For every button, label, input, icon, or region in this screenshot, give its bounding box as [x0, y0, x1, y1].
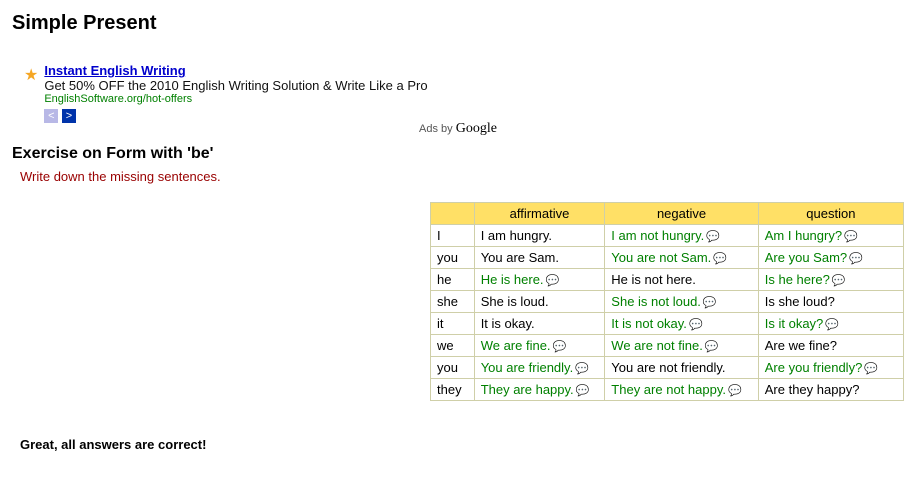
question-cell: Are you friendly?💬 — [758, 356, 903, 378]
comment-icon[interactable]: 💬 — [706, 230, 720, 243]
affirmative-cell: I am hungry. — [474, 224, 605, 246]
comment-icon[interactable]: 💬 — [825, 318, 839, 331]
pronoun-cell: they — [431, 379, 475, 401]
negative-cell: You are not friendly. — [605, 356, 758, 378]
table-row: weWe are fine.💬We are not fine.💬Are we f… — [431, 334, 904, 356]
comment-icon[interactable]: 💬 — [844, 230, 858, 243]
ad-block: ★ Instant English Writing Get 50% OFF th… — [44, 63, 904, 123]
ad-nav: < > — [44, 107, 427, 123]
negative-cell: It is not okay.💬 — [605, 312, 758, 334]
ad-prev-button[interactable]: < — [44, 109, 58, 123]
star-icon: ★ — [24, 65, 38, 85]
ad-title-link[interactable]: Instant English Writing — [44, 63, 185, 78]
pronoun-cell: he — [431, 268, 475, 290]
negative-cell: You are not Sam.💬 — [605, 246, 758, 268]
ad-url[interactable]: EnglishSoftware.org/hot-offers — [44, 93, 427, 105]
negative-cell: We are not fine.💬 — [605, 334, 758, 356]
affirmative-cell: He is here.💬 — [474, 268, 605, 290]
comment-icon[interactable]: 💬 — [713, 252, 727, 265]
comment-icon[interactable]: 💬 — [576, 384, 590, 397]
question-cell: Are we fine? — [758, 334, 903, 356]
comment-icon[interactable]: 💬 — [689, 318, 703, 331]
table-header-affirmative: affirmative — [474, 202, 605, 224]
ad-description: Get 50% OFF the 2010 English Writing Sol… — [44, 78, 427, 93]
ad-next-button[interactable]: > — [62, 109, 76, 123]
table-row: itIt is okay.It is not okay.💬Is it okay?… — [431, 312, 904, 334]
negative-cell: She is not loud.💬 — [605, 290, 758, 312]
pronoun-cell: you — [431, 246, 475, 268]
exercise-heading: Exercise on Form with 'be' — [12, 145, 904, 163]
question-cell: Are you Sam?💬 — [758, 246, 903, 268]
pronoun-cell: we — [431, 334, 475, 356]
comment-icon[interactable]: 💬 — [864, 362, 878, 375]
question-cell: Am I hungry?💬 — [758, 224, 903, 246]
exercise-table: affirmative negative question II am hung… — [430, 202, 904, 402]
table-header-negative: negative — [605, 202, 758, 224]
question-cell: Is he here?💬 — [758, 268, 903, 290]
comment-icon[interactable]: 💬 — [546, 274, 560, 287]
comment-icon[interactable]: 💬 — [849, 252, 863, 265]
question-cell: Is it okay?💬 — [758, 312, 903, 334]
affirmative-cell: They are happy.💬 — [474, 379, 605, 401]
comment-icon[interactable]: 💬 — [575, 362, 589, 375]
affirmative-cell: She is loud. — [474, 290, 605, 312]
negative-cell: They are not happy.💬 — [605, 379, 758, 401]
table-row: youYou are Sam.You are not Sam.💬Are you … — [431, 246, 904, 268]
pronoun-cell: I — [431, 224, 475, 246]
result-message: Great, all answers are correct! — [20, 437, 904, 452]
question-cell: Is she loud? — [758, 290, 903, 312]
comment-icon[interactable]: 💬 — [705, 340, 719, 353]
page-title: Simple Present — [12, 12, 904, 35]
affirmative-cell: You are Sam. — [474, 246, 605, 268]
table-row: II am hungry.I am not hungry.💬Am I hungr… — [431, 224, 904, 246]
table-row: heHe is here.💬He is not here.Is he here?… — [431, 268, 904, 290]
pronoun-cell: you — [431, 356, 475, 378]
pronoun-cell: she — [431, 290, 475, 312]
negative-cell: I am not hungry.💬 — [605, 224, 758, 246]
pronoun-cell: it — [431, 312, 475, 334]
table-header-blank — [431, 202, 475, 224]
exercise-instruction: Write down the missing sentences. — [20, 169, 904, 184]
question-cell: Are they happy? — [758, 379, 903, 401]
affirmative-cell: We are fine.💬 — [474, 334, 605, 356]
comment-icon[interactable]: 💬 — [553, 340, 567, 353]
ads-by-label: Ads by Google — [12, 121, 904, 137]
comment-icon[interactable]: 💬 — [832, 274, 846, 287]
table-header-question: question — [758, 202, 903, 224]
affirmative-cell: It is okay. — [474, 312, 605, 334]
table-row: theyThey are happy.💬They are not happy.💬… — [431, 379, 904, 401]
affirmative-cell: You are friendly.💬 — [474, 356, 605, 378]
table-row: youYou are friendly.💬You are not friendl… — [431, 356, 904, 378]
negative-cell: He is not here. — [605, 268, 758, 290]
comment-icon[interactable]: 💬 — [728, 384, 742, 397]
table-row: sheShe is loud.She is not loud.💬Is she l… — [431, 290, 904, 312]
comment-icon[interactable]: 💬 — [703, 296, 717, 309]
